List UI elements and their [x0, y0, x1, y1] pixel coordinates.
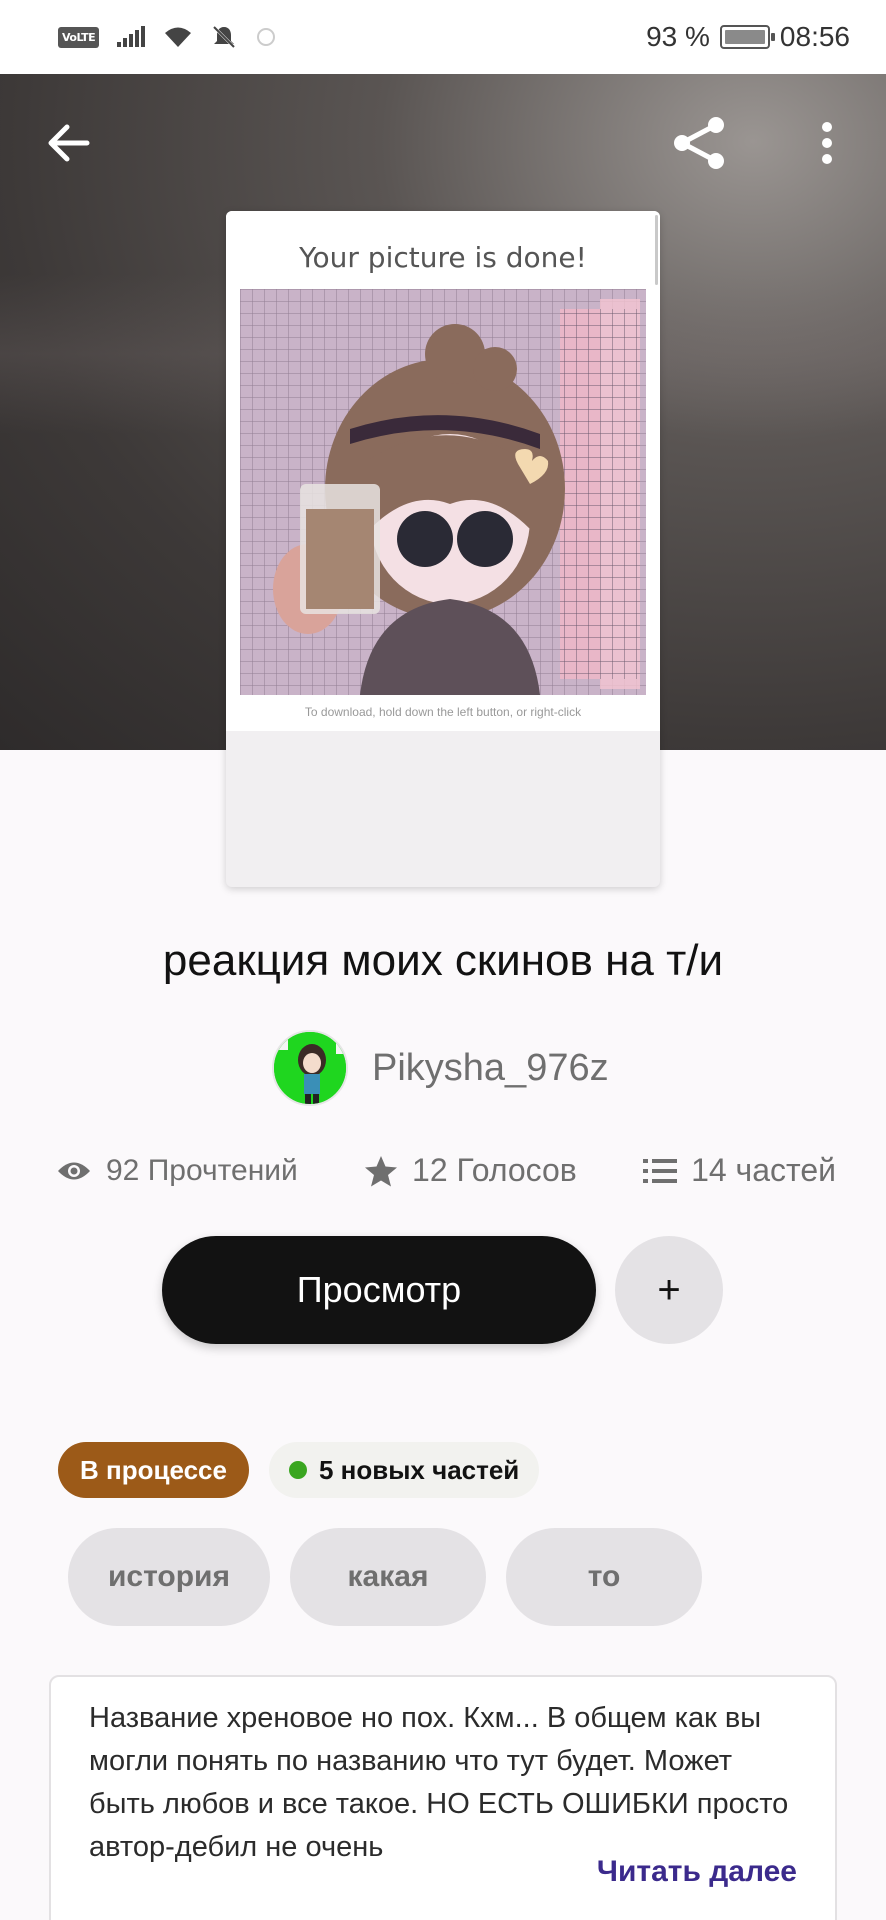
arrow-left-icon	[48, 124, 90, 162]
cover-title: Your picture is done!	[299, 241, 587, 274]
tag-chip[interactable]: история	[68, 1528, 270, 1626]
votes-stat: 12 Голосов	[364, 1152, 577, 1189]
cover-caption: To download, hold down the left button, …	[304, 705, 582, 719]
clock: 08:56	[779, 21, 850, 52]
reads-stat: 92 Прочтений	[56, 1154, 298, 1188]
mute-bell-icon	[213, 25, 236, 49]
back-button[interactable]	[34, 108, 104, 178]
dnd-icon	[257, 28, 276, 46]
new-parts-badge: 5 новых частей	[268, 1442, 540, 1498]
tag-list: история какая то	[68, 1528, 702, 1626]
more-vertical-icon	[822, 122, 832, 164]
eye-icon	[58, 1162, 90, 1179]
avatar	[272, 1030, 348, 1106]
author-name: Pikysha_976z	[372, 1046, 609, 1089]
status-badge: В процессе	[58, 1442, 249, 1498]
battery-percent: 93 %	[646, 21, 710, 52]
votes-count: 12 Голосов	[412, 1152, 577, 1188]
green-dot-icon	[288, 1461, 307, 1479]
wifi-icon	[165, 27, 192, 47]
description-text: Название хреновое но пох. Кхм... В общем…	[89, 1702, 789, 1863]
description-card: Название хреновое но пох. Кхм... В общем…	[49, 1675, 837, 1920]
tag-chip[interactable]: то	[506, 1528, 702, 1626]
list-icon	[643, 1158, 678, 1183]
tag-chip[interactable]: какая	[290, 1528, 486, 1626]
cover-page: Your picture is done! To download, hold …	[226, 211, 660, 731]
signal-icon	[117, 26, 146, 47]
new-parts-label: 5 новых частей	[318, 1454, 520, 1485]
more-options-button[interactable]	[792, 108, 862, 178]
add-to-library-button[interactable]: +	[615, 1236, 723, 1344]
status-right: 93 % 08:56	[646, 21, 850, 53]
read-button[interactable]: Просмотр	[162, 1236, 596, 1344]
author-link[interactable]: Pikysha_976z	[272, 1030, 609, 1106]
status-bar: VoLTE 93 % 08:56	[0, 0, 886, 74]
battery-icon	[719, 25, 775, 49]
illustration-art	[240, 289, 646, 695]
parts-count: 14 частей	[691, 1152, 836, 1188]
star-icon	[365, 1155, 398, 1186]
status-badges: В процессе 5 новых частей	[58, 1442, 540, 1498]
story-title: реакция моих скинов на т/и	[162, 936, 724, 985]
share-icon	[674, 117, 724, 169]
story-cover[interactable]: Your picture is done! To download, hold …	[226, 211, 660, 887]
volte-icon: VoLTE	[58, 26, 100, 48]
reads-count: 92 Прочтений	[106, 1153, 298, 1187]
story-stats: 92 Прочтений 12 Голосов 14 частей	[56, 1152, 836, 1189]
read-more-link[interactable]: Читать далее	[597, 1855, 797, 1889]
avatar-art	[274, 1032, 346, 1104]
status-left: VoLTE	[58, 24, 277, 50]
share-button[interactable]	[664, 108, 734, 178]
parts-stat[interactable]: 14 частей	[643, 1152, 836, 1189]
cover-illustration	[240, 289, 646, 695]
